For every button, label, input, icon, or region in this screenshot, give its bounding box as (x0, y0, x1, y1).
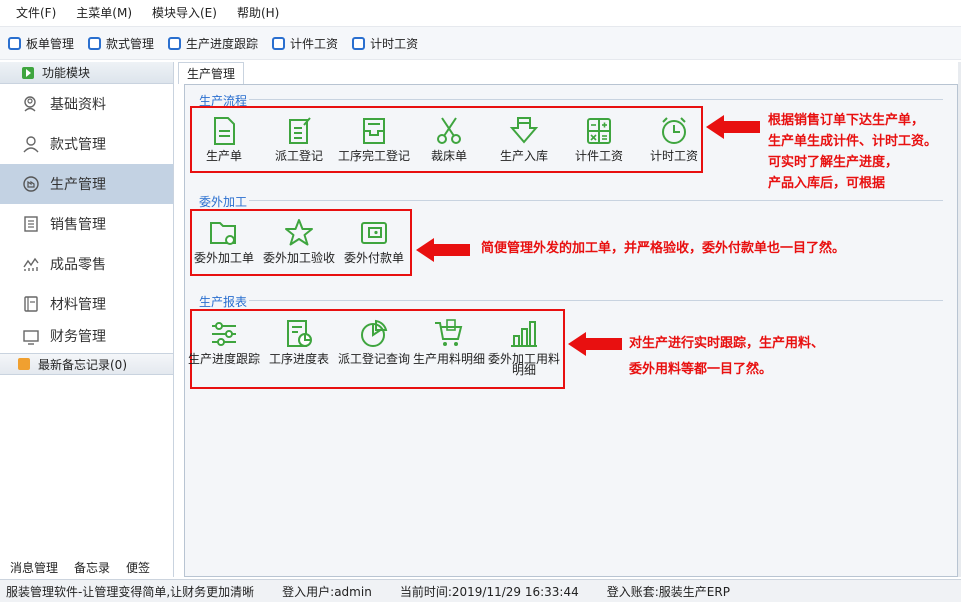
module-process-progress[interactable]: 工序进度表 (262, 317, 336, 365)
star-icon (282, 216, 316, 250)
report-pie-icon (282, 317, 316, 351)
module-outsource-acceptance[interactable]: 委外加工验收 (262, 216, 336, 264)
wallet-icon (357, 216, 391, 250)
status-user: 登入用户:admin (282, 584, 372, 599)
time-wage-icon (352, 36, 366, 50)
sidebar-item-material[interactable]: 材料管理 (0, 284, 173, 324)
note-process: 根据销售订单下达生产单， 生产单生成计件、计时工资。 可实时了解生产进度， 产品… (768, 113, 938, 191)
piece-wage-icon (272, 36, 286, 50)
toolbar: 板单管理 款式管理 生产进度跟踪 计件工资 计时工资 (0, 26, 961, 60)
module-outsource-material-detail[interactable]: 委外加工用料明细 (487, 317, 561, 376)
document-icon (207, 114, 241, 148)
module-material-detail[interactable]: 生产用料明细 (412, 317, 486, 365)
status-time: 当前时间:2019/11/29 16:33:44 (399, 584, 579, 599)
module-time-wage[interactable]: 计时工资 (637, 114, 711, 162)
section-title-outsource: 委外加工 (199, 195, 248, 209)
user-icon (22, 135, 40, 153)
section-divider (249, 99, 943, 100)
note-report: 对生产进行实时跟踪，生产用料、 委外用料等都一目了然。 (629, 336, 825, 377)
section-divider (249, 200, 943, 201)
sidebar-bottom-links: 消息管理 备忘录 便签 (0, 556, 173, 578)
sidebar-header: 功能模块 (0, 62, 173, 84)
pie-chart-icon (357, 317, 391, 351)
memo-panel-header[interactable]: 最新备忘记录(0) (0, 353, 173, 375)
notebook-icon (22, 295, 40, 313)
board-icon (8, 36, 21, 50)
red-arrow-icon (416, 238, 470, 262)
module-process-complete[interactable]: 工序完工登记 (337, 114, 411, 162)
sidebar-item-retail[interactable]: 成品零售 (0, 244, 173, 284)
toolbar-progress-button[interactable]: 生产进度跟踪 (168, 35, 258, 52)
tab-production[interactable]: 生产管理 (178, 62, 245, 84)
module-dispatch-query[interactable]: 派工登记查询 (337, 317, 411, 365)
status-account: 登入账套:服装生产ERP (606, 584, 730, 599)
sidebar-item-basic[interactable]: 基础资料 (0, 84, 173, 124)
cart-icon (432, 317, 466, 351)
status-app-slogan: 服装管理软件-让管理变得简单,让财务更加清晰 (6, 584, 255, 599)
progress-icon (168, 36, 182, 50)
red-arrow-icon (568, 332, 622, 356)
toolbar-style-button[interactable]: 款式管理 (88, 35, 154, 52)
note-outsource: 简便管理外发的加工单，并严格验收，委外付款单也一目了然。 (481, 241, 846, 256)
toolbar-time-wage-button[interactable]: 计时工资 (352, 35, 418, 52)
speaker-icon (18, 358, 30, 370)
module-production-stock-in[interactable]: 生产入库 (487, 114, 561, 162)
sidebar-item-style[interactable]: 款式管理 (0, 124, 173, 164)
alarm-clock-icon (657, 114, 691, 148)
toolbar-piece-wage-button[interactable]: 计件工资 (272, 35, 338, 52)
calculator-icon (582, 114, 616, 148)
memo-link[interactable]: 备忘录 (74, 559, 110, 576)
menu-main[interactable]: 主菜单(M) (66, 4, 142, 21)
scissors-icon (432, 114, 466, 148)
red-arrow-icon (706, 115, 760, 139)
module-outsource-order[interactable]: 委外加工单 (187, 216, 261, 264)
style-icon (88, 36, 102, 50)
menu-bar: 文件(F) 主菜单(M) 模块导入(E) 帮助(H) (0, 0, 961, 24)
edit-document-icon (282, 114, 316, 148)
sidebar-item-production[interactable]: 生产管理 (0, 164, 173, 204)
sidebar-item-sales[interactable]: 销售管理 (0, 204, 173, 244)
document-icon (22, 215, 40, 233)
play-icon (22, 66, 34, 79)
module-piece-wage[interactable]: 计件工资 (562, 114, 636, 162)
download-arrow-icon (507, 114, 541, 148)
status-bar: 服装管理软件-让管理变得简单,让财务更加清晰 登入用户:admin 当前时间:2… (0, 579, 961, 602)
module-cutting-order[interactable]: 裁床单 (412, 114, 486, 162)
sidebar-item-finance[interactable]: 财务管理 (0, 324, 173, 346)
tray-icon (357, 114, 391, 148)
search-user-icon (22, 95, 40, 113)
section-divider (249, 300, 943, 301)
menu-module-import[interactable]: 模块导入(E) (142, 4, 227, 21)
section-title-report: 生产报表 (199, 295, 248, 309)
module-dispatch-register[interactable]: 派工登记 (262, 114, 336, 162)
main-panel: 生产流程 生产单 派工登记 工序完工登记 裁床单 生产入库 计件工资 计时工资 … (184, 84, 958, 577)
message-manage-link[interactable]: 消息管理 (10, 559, 58, 576)
sidebar: 功能模块 基础资料 款式管理 生产管理 销售管理 成品零售 材料管理 财务管理 … (0, 62, 174, 577)
menu-help[interactable]: 帮助(H) (227, 4, 289, 21)
factory-icon (22, 175, 40, 193)
chart-icon (22, 255, 40, 273)
folder-gear-icon (207, 216, 241, 250)
module-progress-tracking[interactable]: 生产进度跟踪 (187, 317, 261, 365)
module-production-order[interactable]: 生产单 (187, 114, 261, 162)
menu-file[interactable]: 文件(F) (6, 4, 66, 21)
module-outsource-payment[interactable]: 委外付款单 (337, 216, 411, 264)
sliders-icon (207, 317, 241, 351)
sticky-note-link[interactable]: 便签 (126, 559, 150, 576)
bar-chart-icon (507, 317, 541, 351)
tab-strip: 生产管理 (178, 62, 958, 84)
monitor-icon (22, 328, 40, 346)
toolbar-board-button[interactable]: 板单管理 (8, 35, 74, 52)
